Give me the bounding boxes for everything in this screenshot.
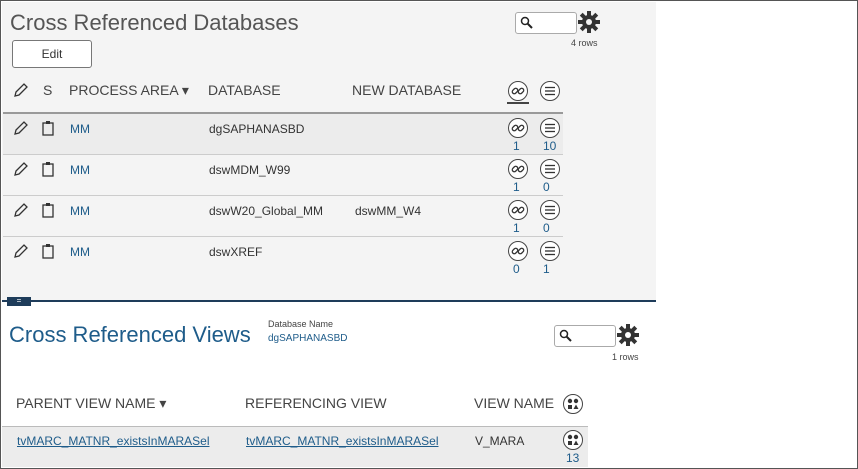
- gear-icon[interactable]: [577, 10, 601, 34]
- link-icon[interactable]: [508, 241, 528, 261]
- database-name-value: dgSAPHANASBD: [268, 333, 348, 344]
- link-icon[interactable]: [508, 118, 528, 138]
- column-header-new-database[interactable]: NEW DATABASE: [352, 82, 461, 98]
- pencil-icon[interactable]: [13, 161, 29, 177]
- referencing-view-link[interactable]: tvMARC_MATNR_existsInMARASel: [246, 434, 438, 448]
- search-icon: [559, 329, 572, 342]
- column-header-database[interactable]: DATABASE: [208, 82, 281, 98]
- list-count[interactable]: 10: [543, 139, 556, 153]
- edit-button[interactable]: Edit: [12, 40, 92, 68]
- clipboard-icon[interactable]: [41, 120, 55, 136]
- link-icon[interactable]: [508, 200, 528, 220]
- window: Cross Referenced Databases Edit 4 rows S…: [0, 0, 858, 469]
- views-search-input[interactable]: [554, 325, 616, 347]
- table-row[interactable]: tvMARC_MATNR_existsInMARASel tvMARC_MATN…: [2, 426, 588, 467]
- search-icon: [520, 16, 533, 29]
- process-area-link[interactable]: MM: [70, 245, 90, 259]
- parent-view-link[interactable]: tvMARC_MATNR_existsInMARASel: [17, 434, 209, 448]
- list-icon[interactable]: [540, 159, 560, 179]
- list-count[interactable]: 0: [543, 221, 550, 235]
- list-icon[interactable]: [540, 81, 560, 101]
- active-column-indicator: [507, 102, 529, 104]
- process-area-link[interactable]: MM: [70, 122, 90, 136]
- new-database-cell: dswMM_W4: [355, 204, 422, 218]
- panel-splitter[interactable]: [2, 300, 656, 302]
- shapes-icon[interactable]: [563, 430, 583, 450]
- link-icon[interactable]: [508, 81, 528, 101]
- list-icon[interactable]: [540, 200, 560, 220]
- list-icon[interactable]: [540, 118, 560, 138]
- process-area-link[interactable]: MM: [70, 204, 90, 218]
- page-title: Cross Referenced Databases: [10, 10, 299, 35]
- link-count[interactable]: 0: [513, 262, 520, 276]
- column-header-parent-view[interactable]: PARENT VIEW NAME ▾: [16, 395, 166, 412]
- edit-column-icon: [14, 83, 28, 97]
- database-cell: dswMDM_W99: [209, 163, 291, 177]
- link-count[interactable]: 1: [513, 139, 520, 153]
- database-name-label: Database Name: [268, 319, 334, 329]
- table-row[interactable]: MM dswW20_Global_MM dswMM_W4 1 0: [3, 195, 563, 236]
- column-header-referencing-view[interactable]: REFERENCING VIEW: [245, 395, 387, 411]
- database-cell: dgSAPHANASBD: [209, 122, 305, 136]
- views-row-count: 1 rows: [612, 352, 639, 362]
- table-row[interactable]: MM dswMDM_W99 1 0: [3, 154, 563, 195]
- databases-panel: Cross Referenced Databases Edit 4 rows S…: [2, 2, 656, 300]
- clipboard-icon[interactable]: [41, 202, 55, 218]
- column-header-view-name[interactable]: VIEW NAME: [474, 395, 554, 411]
- gear-icon[interactable]: [616, 323, 640, 347]
- view-name-cell: V_MARA: [475, 434, 525, 448]
- link-count[interactable]: 1: [513, 221, 520, 235]
- link-icon[interactable]: [508, 159, 528, 179]
- process-area-link[interactable]: MM: [70, 163, 90, 177]
- pencil-icon[interactable]: [13, 243, 29, 259]
- views-title: Cross Referenced Views: [9, 322, 251, 347]
- link-count[interactable]: 1: [513, 180, 520, 194]
- clipboard-icon[interactable]: [41, 161, 55, 177]
- pencil-icon[interactable]: [13, 120, 29, 136]
- list-count[interactable]: 0: [543, 180, 550, 194]
- table-row[interactable]: MM dswXREF 0 1: [3, 236, 563, 277]
- view-count[interactable]: 13: [566, 451, 579, 465]
- column-header-s[interactable]: S: [43, 82, 52, 98]
- database-cell: dswW20_Global_MM: [209, 204, 324, 218]
- table-row[interactable]: MM dgSAPHANASBD 1 10: [3, 112, 563, 154]
- column-header-process-area[interactable]: PROCESS AREA ▾: [69, 82, 189, 99]
- list-count[interactable]: 1: [543, 262, 550, 276]
- shapes-icon[interactable]: [563, 394, 583, 414]
- clipboard-icon[interactable]: [41, 243, 55, 259]
- database-cell: dswXREF: [209, 245, 263, 259]
- search-input[interactable]: [515, 12, 577, 34]
- list-icon[interactable]: [540, 241, 560, 261]
- row-count: 4 rows: [571, 38, 598, 48]
- splitter-handle[interactable]: =: [7, 297, 31, 306]
- pencil-icon[interactable]: [13, 202, 29, 218]
